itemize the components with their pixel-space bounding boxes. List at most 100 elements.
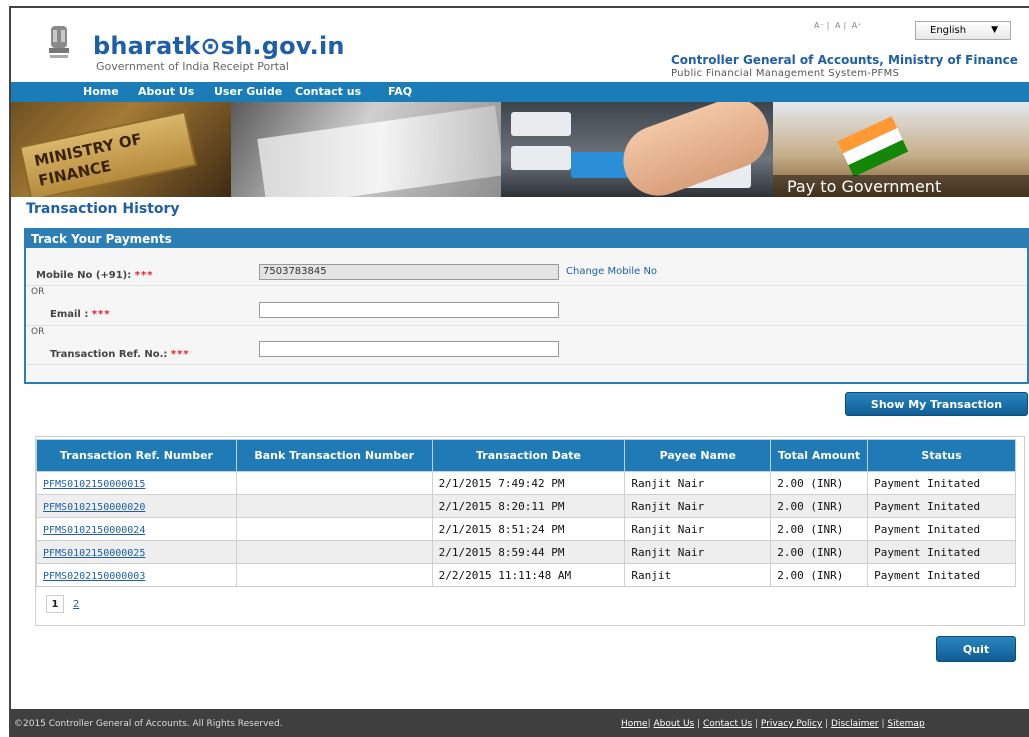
org-title: Controller General of Accounts, Ministry… bbox=[671, 53, 1018, 67]
transaction-table: Transaction Ref. Number Bank Transaction… bbox=[36, 439, 1016, 587]
table-row: PFMS0202150000003 2/2/2015 11:11:48 AM R… bbox=[36, 563, 1016, 587]
payee-cell: Ranjit bbox=[624, 563, 772, 587]
hero-banner: MINISTRY OF FINANCE Pay to Government bbox=[11, 102, 1029, 197]
footer-link-disclaimer[interactable]: Disclaimer bbox=[831, 719, 879, 729]
ministry-sign: MINISTRY OF FINANCE bbox=[19, 110, 197, 197]
footer-link-privacy[interactable]: Privacy Policy bbox=[761, 719, 822, 729]
track-panel-title: Track Your Payments bbox=[26, 230, 1027, 248]
amount-cell: 2.00 (INR) bbox=[770, 540, 869, 564]
payee-cell: Ranjit Nair bbox=[624, 517, 772, 541]
site-subtitle: Government of India Receipt Portal bbox=[96, 60, 289, 73]
status-cell: Payment Initated bbox=[867, 540, 1016, 564]
nav-home[interactable]: Home bbox=[83, 85, 119, 98]
nav-contact-us[interactable]: Contact us bbox=[295, 85, 361, 98]
india-flag-icon bbox=[837, 116, 909, 178]
language-select[interactable]: English ▼ bbox=[915, 21, 1011, 40]
currency-note-icon bbox=[257, 105, 505, 197]
table-row: PFMS0102150000025 2/1/2015 8:59:44 PM Ra… bbox=[36, 540, 1016, 564]
page-frame: bharatk⊙sh.gov.in Government of India Re… bbox=[9, 6, 1029, 737]
track-payments-panel: Track Your Payments Mobile No (+91): ***… bbox=[24, 228, 1029, 384]
payee-cell: Ranjit Nair bbox=[624, 540, 772, 564]
date-cell: 2/1/2015 7:49:42 PM bbox=[431, 471, 626, 495]
txn-ref-link[interactable]: PFMS0102150000015 bbox=[43, 479, 145, 490]
col-header-ref: Transaction Ref. Number bbox=[36, 439, 237, 472]
transaction-table-container: Transaction Ref. Number Bank Transaction… bbox=[35, 436, 1025, 626]
txn-ref-link[interactable]: PFMS0102150000025 bbox=[43, 548, 145, 559]
footer-link-sitemap[interactable]: Sitemap bbox=[887, 719, 924, 729]
page-title: Transaction History bbox=[26, 201, 180, 217]
txn-ref-link[interactable]: PFMS0202150000003 bbox=[43, 571, 145, 582]
banner-currency-image bbox=[231, 102, 505, 197]
bank-txn-cell bbox=[235, 563, 433, 587]
table-row: PFMS0102150000024 2/1/2015 8:51:24 PM Ra… bbox=[36, 517, 1016, 541]
language-value: English bbox=[930, 25, 967, 36]
email-input[interactable] bbox=[259, 302, 559, 318]
email-label: Email : *** bbox=[50, 309, 111, 320]
banner-tagline: Pay to Government bbox=[773, 175, 1029, 197]
banner-ministry-image: MINISTRY OF FINANCE bbox=[11, 102, 231, 197]
bank-txn-cell bbox=[235, 471, 433, 495]
page-1: 1 bbox=[46, 595, 64, 613]
font-decrease-button[interactable]: A⁻ bbox=[814, 21, 824, 30]
bank-txn-cell bbox=[235, 494, 433, 518]
copyright-text: ©2015 Controller General of Accounts. Al… bbox=[14, 719, 283, 729]
org-subtitle: Public Financial Management System-PFMS bbox=[671, 68, 900, 79]
finger-icon bbox=[613, 102, 779, 197]
footer-link-home[interactable]: Home bbox=[621, 719, 648, 729]
mobile-field[interactable]: 7503783845 bbox=[259, 264, 559, 280]
font-increase-button[interactable]: A⁺ bbox=[852, 21, 862, 30]
amount-cell: 2.00 (INR) bbox=[770, 471, 869, 495]
chevron-down-icon: ▼ bbox=[991, 25, 998, 35]
banner-keyboard-image bbox=[501, 102, 779, 197]
national-emblem-icon bbox=[49, 26, 69, 58]
date-cell: 2/1/2015 8:59:44 PM bbox=[431, 540, 626, 564]
or-text: OR bbox=[31, 287, 45, 297]
site-footer: ©2015 Controller General of Accounts. Al… bbox=[11, 709, 1029, 737]
mobile-label: Mobile No (+91): *** bbox=[36, 270, 154, 281]
date-cell: 2/2/2015 11:11:48 AM bbox=[431, 563, 626, 587]
payee-cell: Ranjit Nair bbox=[624, 471, 772, 495]
nav-about-us[interactable]: About Us bbox=[138, 85, 194, 98]
page-2-link[interactable]: 2 bbox=[67, 596, 85, 614]
banner-parliament-image: Pay to Government bbox=[773, 102, 1029, 197]
col-header-payee: Payee Name bbox=[624, 439, 772, 472]
font-size-controls: A⁻ | A | A⁺ bbox=[814, 21, 862, 30]
nav-faq[interactable]: FAQ bbox=[388, 85, 412, 98]
pagination: 1 2 bbox=[46, 595, 85, 614]
quit-button[interactable]: Quit bbox=[936, 636, 1016, 662]
date-cell: 2/1/2015 8:51:24 PM bbox=[431, 517, 626, 541]
col-header-date: Transaction Date bbox=[431, 439, 626, 472]
col-header-status: Status bbox=[867, 439, 1016, 472]
bank-txn-cell bbox=[235, 517, 433, 541]
date-cell: 2/1/2015 8:20:11 PM bbox=[431, 494, 626, 518]
bank-txn-cell bbox=[235, 540, 433, 564]
footer-links: Home| About Us | Contact Us | Privacy Po… bbox=[621, 719, 925, 729]
txn-ref-link[interactable]: PFMS0102150000024 bbox=[43, 525, 145, 536]
txn-ref-link[interactable]: PFMS0102150000020 bbox=[43, 502, 145, 513]
status-cell: Payment Initated bbox=[867, 517, 1016, 541]
payee-cell: Ranjit Nair bbox=[624, 494, 772, 518]
or-text: OR bbox=[31, 327, 45, 337]
font-normal-button[interactable]: A bbox=[835, 21, 840, 30]
show-transaction-button[interactable]: Show My Transaction bbox=[845, 392, 1028, 416]
table-row: PFMS0102150000020 2/1/2015 8:20:11 PM Ra… bbox=[36, 494, 1016, 518]
txn-ref-input[interactable] bbox=[259, 341, 559, 357]
amount-cell: 2.00 (INR) bbox=[770, 494, 869, 518]
status-cell: Payment Initated bbox=[867, 494, 1016, 518]
change-mobile-link[interactable]: Change Mobile No bbox=[566, 266, 657, 277]
nav-user-guide[interactable]: User Guide bbox=[214, 85, 282, 98]
table-header-row: Transaction Ref. Number Bank Transaction… bbox=[36, 439, 1016, 472]
footer-link-contact[interactable]: Contact Us bbox=[703, 719, 752, 729]
site-name[interactable]: bharatk⊙sh.gov.in bbox=[93, 32, 345, 60]
status-cell: Payment Initated bbox=[867, 471, 1016, 495]
txn-ref-label: Transaction Ref. No.: *** bbox=[50, 349, 190, 360]
footer-link-about[interactable]: About Us bbox=[653, 719, 694, 729]
status-cell: Payment Initated bbox=[867, 563, 1016, 587]
amount-cell: 2.00 (INR) bbox=[770, 517, 869, 541]
site-header: bharatk⊙sh.gov.in Government of India Re… bbox=[11, 8, 1029, 82]
col-header-amount: Total Amount bbox=[770, 439, 869, 472]
main-nav: Home About Us User Guide Contact us FAQ bbox=[11, 82, 1029, 102]
amount-cell: 2.00 (INR) bbox=[770, 563, 869, 587]
col-header-bank: Bank Transaction Number bbox=[235, 439, 433, 472]
table-row: PFMS0102150000015 2/1/2015 7:49:42 PM Ra… bbox=[36, 471, 1016, 495]
